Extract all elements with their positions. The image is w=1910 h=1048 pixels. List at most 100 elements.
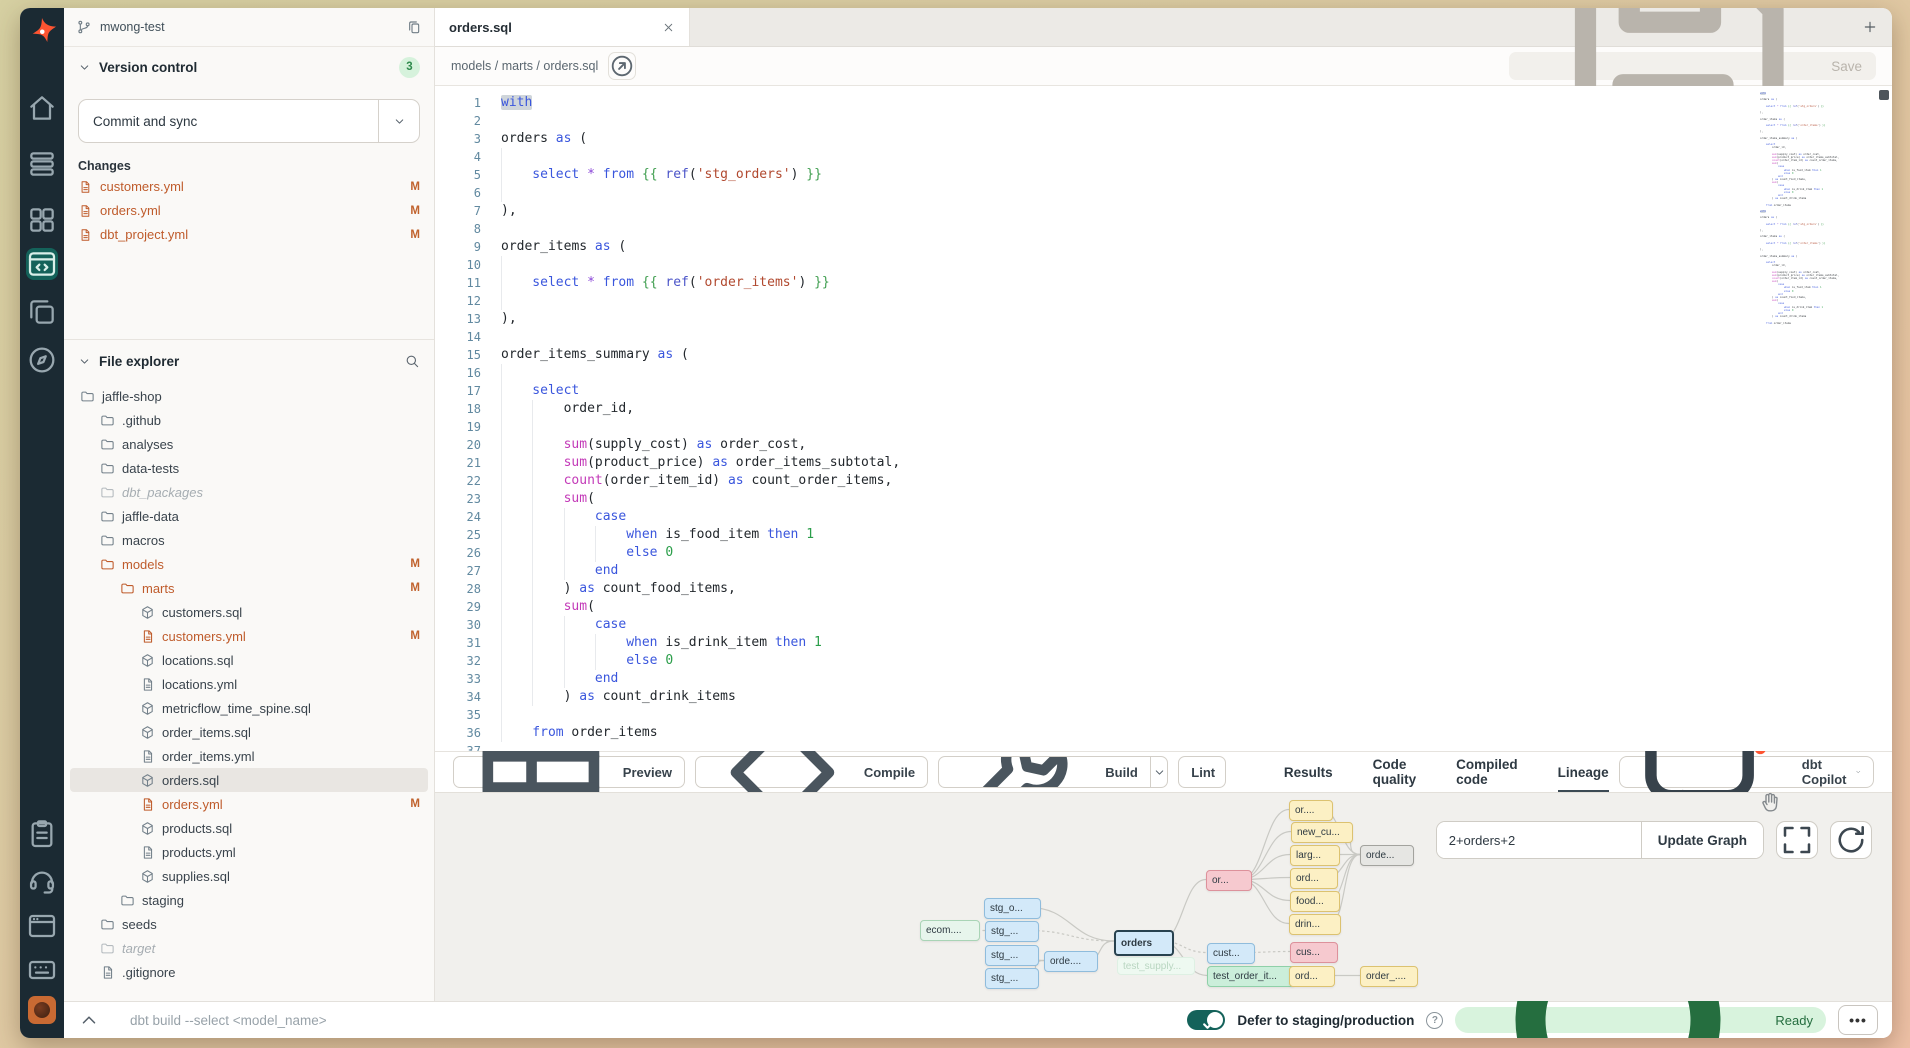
lineage-node-m1[interactable]: or....: [1289, 800, 1333, 821]
search-icon[interactable]: [404, 353, 420, 369]
info-icon[interactable]: ?: [1426, 1012, 1443, 1029]
tree-item-supplies.sql[interactable]: supplies.sql: [70, 864, 428, 888]
tab-orders-sql[interactable]: orders.sql: [435, 8, 690, 46]
windows-icon[interactable]: [26, 296, 58, 328]
lineage-node-orde_s[interactable]: orde....: [1044, 951, 1098, 972]
tree-item-jaffle-data[interactable]: jaffle-data: [70, 504, 428, 528]
lineage-selector-input[interactable]: [1437, 822, 1641, 858]
tab-results[interactable]: Results: [1284, 752, 1333, 792]
lineage-node-orders[interactable]: orders: [1114, 930, 1174, 956]
tree-item-dbt_packages[interactable]: dbt_packages: [70, 480, 428, 504]
tree-item-products.yml[interactable]: products.yml: [70, 840, 428, 864]
tree-item-jaffle-shop[interactable]: jaffle-shop: [70, 384, 428, 408]
expand-command-bar-button[interactable]: [78, 1009, 100, 1031]
save-button[interactable]: Save: [1509, 52, 1876, 80]
lineage-node-ghost[interactable]: test_supply...: [1117, 957, 1195, 975]
user-avatar[interactable]: [28, 996, 56, 1024]
tree-item-data-tests[interactable]: data-tests: [70, 456, 428, 480]
update-graph-button[interactable]: Update Graph: [1641, 822, 1763, 858]
tree-item-analyses[interactable]: analyses: [70, 432, 428, 456]
tree-item-metricflow_time_spine.sql[interactable]: metricflow_time_spine.sql: [70, 696, 428, 720]
tree-item-locations.sql[interactable]: locations.sql: [70, 648, 428, 672]
tree-item-models[interactable]: modelsM: [70, 552, 428, 576]
lint-button[interactable]: Lint: [1179, 757, 1226, 787]
lineage-node-m4[interactable]: ord...: [1290, 868, 1338, 889]
refresh-graph-button[interactable]: [1830, 821, 1872, 859]
dbt-copilot-button[interactable]: dbt Copilot: [1619, 756, 1874, 788]
headset-icon[interactable]: [26, 864, 58, 896]
changed-file-orders.yml[interactable]: orders.ymlM: [78, 200, 420, 221]
tree-item-label: dbt_packages: [122, 485, 203, 500]
notes-icon[interactable]: [26, 818, 58, 850]
build-button[interactable]: Build: [939, 757, 1150, 787]
compass-icon[interactable]: [26, 344, 58, 376]
preview-button[interactable]: Preview: [453, 756, 685, 788]
lineage-node-stg3[interactable]: stg_...: [985, 945, 1039, 966]
lineage-node-stg2[interactable]: stg_...: [985, 921, 1039, 942]
defer-toggle[interactable]: [1187, 1010, 1225, 1030]
keyboard-icon[interactable]: [26, 954, 58, 986]
lineage-node-sem_orders[interactable]: or...: [1206, 870, 1252, 891]
editor-scrollbar[interactable]: [1878, 88, 1890, 749]
lineage-node-m6[interactable]: drin...: [1289, 914, 1341, 935]
version-control-header[interactable]: Version control 3: [78, 47, 420, 87]
fullscreen-button[interactable]: [1776, 821, 1818, 859]
lineage-node-sem_cust[interactable]: cus...: [1290, 942, 1338, 963]
code-editor-icon[interactable]: [26, 248, 58, 280]
lineage-node-m2[interactable]: new_cu...: [1291, 822, 1353, 843]
lineage-node-m_ord[interactable]: ord...: [1289, 966, 1335, 987]
commit-options-caret[interactable]: [378, 100, 419, 142]
tree-item-customers.sql[interactable]: customers.sql: [70, 600, 428, 624]
layers-icon[interactable]: [26, 148, 58, 180]
tab-code-quality[interactable]: Code quality: [1373, 752, 1417, 792]
model-cube-icon: [140, 653, 155, 668]
new-tab-button[interactable]: [1862, 19, 1878, 35]
close-icon[interactable]: [662, 21, 675, 34]
command-input[interactable]: [128, 1012, 1175, 1029]
compile-button[interactable]: Compile: [695, 756, 928, 788]
lineage-node-test_oi[interactable]: test_order_it...: [1207, 966, 1295, 987]
minimap[interactable]: 1with23orders as (45select * from {{ ref…: [1760, 92, 1870, 711]
tab-lineage[interactable]: Lineage: [1558, 752, 1609, 792]
changed-file-dbt_project.yml[interactable]: dbt_project.ymlM: [78, 224, 420, 245]
file-explorer-header[interactable]: File explorer: [64, 340, 434, 382]
tab-compiled-code[interactable]: Compiled code: [1456, 752, 1518, 792]
grid-icon[interactable]: [26, 204, 58, 236]
commit-button-label[interactable]: Commit and sync: [79, 100, 378, 142]
code-editor[interactable]: 1with23orders as (45select * from {{ ref…: [435, 86, 1892, 751]
tree-item-orders.yml[interactable]: orders.ymlM: [70, 792, 428, 816]
open-in-lineage-icon[interactable]: [608, 52, 636, 80]
lineage-node-ecom[interactable]: ecom....: [920, 920, 980, 941]
tree-item-customers.yml[interactable]: customers.ymlM: [70, 624, 428, 648]
tree-item-target[interactable]: target: [70, 936, 428, 960]
tree-item-.gitignore[interactable]: .gitignore: [70, 960, 428, 984]
tree-item-order_items.yml[interactable]: order_items.yml: [70, 744, 428, 768]
tree-item-order_items.sql[interactable]: order_items.sql: [70, 720, 428, 744]
tree-item-.github[interactable]: .github: [70, 408, 428, 432]
build-options-caret[interactable]: [1150, 757, 1167, 787]
lineage-node-m3[interactable]: larg...: [1290, 845, 1340, 866]
browser-icon[interactable]: [26, 910, 58, 942]
lineage-node-sq[interactable]: order_....: [1360, 966, 1418, 987]
scrollbar-thumb[interactable]: [1879, 90, 1889, 100]
tree-item-locations.yml[interactable]: locations.yml: [70, 672, 428, 696]
branch-name[interactable]: mwong-test: [100, 20, 165, 34]
tree-item-products.sql[interactable]: products.sql: [70, 816, 428, 840]
more-options-button[interactable]: •••: [1838, 1005, 1878, 1035]
tree-item-macros[interactable]: macros: [70, 528, 428, 552]
tree-item-marts[interactable]: martsM: [70, 576, 428, 600]
lineage-node-exp[interactable]: orde...: [1360, 845, 1414, 866]
tree-item-seeds[interactable]: seeds: [70, 912, 428, 936]
lineage-node-cust[interactable]: cust...: [1207, 943, 1255, 964]
home-icon[interactable]: [26, 92, 58, 124]
dbt-logo-icon[interactable]: [26, 16, 58, 48]
lineage-node-stg1[interactable]: stg_o...: [984, 898, 1041, 919]
tree-item-staging[interactable]: staging: [70, 888, 428, 912]
changed-file-customers.yml[interactable]: customers.ymlM: [78, 176, 420, 197]
duplicate-window-icon[interactable]: [406, 19, 422, 35]
lineage-node-stg4[interactable]: stg_...: [985, 968, 1039, 989]
tree-item-orders.sql[interactable]: orders.sql: [70, 768, 428, 792]
commit-and-sync-button[interactable]: Commit and sync: [78, 99, 420, 143]
lineage-panel[interactable]: Update Graph ecom....stg_o...stg_...stg_…: [435, 792, 1892, 1001]
lineage-node-m5[interactable]: food...: [1290, 891, 1340, 912]
